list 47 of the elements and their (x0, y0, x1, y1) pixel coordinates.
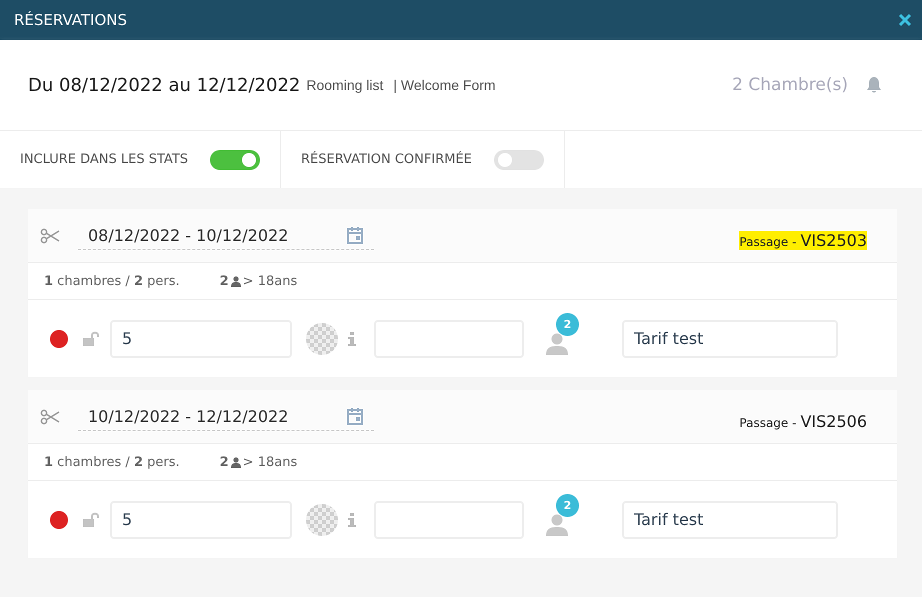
scissors-icon (40, 408, 60, 424)
rooms-count: 2 Chambre(s) (732, 75, 848, 95)
passage-code: VIS2503 (800, 231, 867, 250)
passage-code: VIS2506 (800, 412, 867, 431)
info-icon (348, 332, 356, 346)
link[interactable]: | Welcome Form (393, 77, 496, 93)
occupancy-text: 1 chambres / 2 pers. (44, 274, 180, 288)
rate-field[interactable]: Tarif test (622, 320, 838, 358)
adults-count: 2 (220, 274, 229, 288)
toggle-switch[interactable] (494, 150, 544, 170)
person-icon (546, 332, 568, 354)
rate-field[interactable]: Tarif test (622, 500, 838, 538)
room-field[interactable]: 5 (110, 320, 292, 358)
person-icon (230, 456, 241, 468)
age-label: > 18ans (242, 274, 298, 288)
date-range: 10/12/2022 - 12/12/2022 (88, 406, 288, 426)
toggle-label: RÉSERVATION CONFIRMÉE (301, 152, 472, 167)
calendar-icon (346, 407, 364, 425)
padlock-icon (82, 512, 100, 528)
window-title: RÉSERVATIONS (14, 11, 128, 29)
toggle-label: INCLURE DANS LES STATS (20, 152, 188, 167)
checkerboard-icon (306, 504, 338, 536)
date-range-field[interactable]: 08/12/2022 - 10/12/2022 (78, 222, 374, 250)
count-badge: 2 (556, 312, 579, 336)
date-range-field[interactable]: 10/12/2022 - 12/12/2022 (78, 402, 374, 430)
adults-count: 2 (220, 454, 229, 470)
status-dot (50, 510, 68, 528)
padlock-icon (82, 330, 100, 346)
occupancy-text: 1 chambres / 2 pers. (44, 454, 180, 470)
calendar-icon (346, 226, 364, 244)
info-icon (348, 512, 356, 526)
toggle-switch[interactable] (210, 150, 260, 170)
room-field[interactable]: 5 (110, 500, 292, 538)
close-icon (898, 13, 912, 27)
age-label: > 18ans (242, 454, 298, 470)
passage-label: Passage - (739, 235, 796, 249)
person-icon (230, 276, 241, 286)
period-text: Du 08/12/2022 au 12/12/2022 (28, 74, 300, 96)
passage-label: Passage - (739, 416, 796, 430)
status-dot (50, 330, 68, 348)
count-badge: 2 (556, 494, 579, 516)
person-icon (546, 514, 568, 536)
scissors-icon (40, 228, 60, 244)
date-range: 08/12/2022 - 10/12/2022 (88, 226, 288, 244)
checkerboard-icon (306, 322, 338, 354)
bell-icon (866, 76, 882, 94)
link[interactable]: Rooming list (306, 77, 384, 93)
